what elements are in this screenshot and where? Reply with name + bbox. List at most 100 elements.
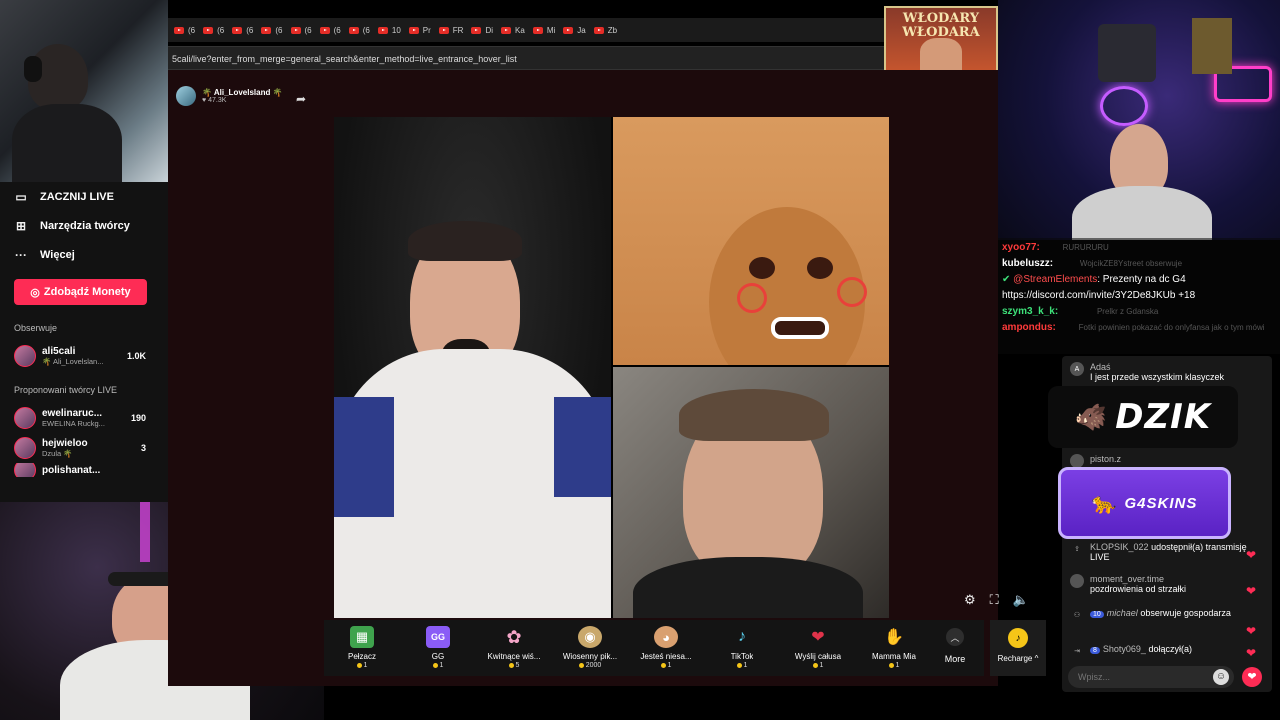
gift-price: 1	[812, 662, 823, 669]
get-coins-button[interactable]: ◎ Zdobądź Monety	[14, 279, 147, 305]
chat-message: piston.z	[1070, 454, 1266, 468]
following-item-ali5cali[interactable]: ali5cali 🌴 Ali_Lovelslan... 1.0K	[14, 341, 168, 371]
sidebar-item-go-live[interactable]: ▭ ZACZNIJ LIVE	[14, 182, 168, 211]
coin-icon	[356, 663, 362, 668]
browser-tab[interactable]: Di	[471, 26, 493, 35]
gift-item[interactable]: ♪ TikTok 1	[704, 620, 780, 676]
viewer-count: 3	[140, 443, 146, 453]
chat-user: szym3_k_k:	[1002, 306, 1059, 317]
coin-icon	[432, 663, 438, 668]
browser-tab-label: 10	[391, 25, 401, 35]
viewer-count: 190	[130, 413, 146, 423]
youtube-icon	[174, 26, 184, 34]
gift-creeper-icon: ▦	[350, 626, 374, 648]
chat-ghost-text: Prelkr z Gdanska	[1096, 307, 1159, 316]
coin-icon	[578, 663, 584, 668]
emoji-icon[interactable]: ☺	[1213, 669, 1229, 685]
following-heading: Obserwuje	[14, 323, 58, 333]
fullscreen-icon[interactable]: ⛶	[990, 592, 999, 608]
address-bar[interactable]: 5cali/live?enter_from_merge=general_sear…	[168, 46, 998, 70]
gift-name: TikTok	[730, 652, 754, 661]
browser-tab[interactable]: FR	[438, 25, 464, 35]
gift-item[interactable]: ✿ Kwitnące wiś... 5	[476, 620, 552, 676]
avatar	[14, 437, 36, 459]
gift-price: 1	[660, 662, 671, 669]
gift-item[interactable]: ◉ Wiosenny pik... 2000	[552, 620, 628, 676]
gift-tiktok-icon: ♪	[738, 628, 746, 645]
youtube-icon	[408, 26, 419, 34]
chat-line: https://discord.com/invite/3Y2De8JKUb +1…	[1002, 288, 1276, 304]
settings-gear-icon[interactable]: ⚙	[964, 592, 976, 608]
chat-line: ✔ @StreamElements: Prezenty na dc G4	[1002, 272, 1276, 288]
video-pane-guest[interactable]	[613, 367, 889, 618]
stream-chat-overlay: xyoo77: RURURURU kubeluszz: WojcikZE8Yst…	[998, 238, 1280, 354]
video-pane-gingerbread[interactable]	[613, 117, 889, 365]
host-info[interactable]: 🌴 Ali_Lovelsland 🌴 ♥ 47.3K	[176, 86, 283, 106]
chat-input[interactable]	[1068, 666, 1234, 688]
browser-tab-label: FR	[452, 25, 464, 35]
youtube-icon	[377, 26, 388, 34]
avatar	[1070, 574, 1084, 588]
gift-price: 5	[508, 662, 519, 669]
suggested-item-polishanat[interactable]: polishanat...	[14, 463, 168, 477]
browser-tab[interactable]: Pr	[408, 26, 431, 35]
gift-item[interactable]: GG GG 1	[400, 620, 476, 676]
youtube-icon	[261, 26, 272, 34]
gift-item[interactable]: ▦ Pełzacz 1	[324, 620, 400, 676]
browser-tab-label: (6	[246, 25, 254, 35]
browser-tab[interactable]: (6	[203, 26, 224, 35]
suggested-item-hejwieloo[interactable]: hejwieloo Dzula 🌴 3	[14, 433, 168, 463]
gift-item[interactable]: ✋ Mamma Mia 1	[856, 620, 932, 676]
gift-price: 1	[736, 662, 748, 669]
volume-icon[interactable]: 🔈	[1013, 592, 1029, 608]
coin-icon: ◎	[30, 286, 40, 299]
browser-tab[interactable]: (6	[174, 26, 195, 35]
chat-line: kubeluszz: WojcikZE8Ystreet obserwuje	[1002, 256, 1276, 272]
coin-icon	[660, 663, 666, 668]
gift-price-value: 2000	[585, 662, 602, 669]
browser-tab[interactable]: (6	[348, 26, 370, 35]
recharge-button[interactable]: ♪ Recharge ^	[990, 620, 1046, 676]
chat-user: Shoty069_	[1102, 644, 1146, 654]
browser-tab[interactable]: (6	[290, 26, 312, 35]
browser-tab[interactable]: Ka	[501, 26, 525, 35]
g4skins-wordmark: G4SKINS	[1124, 494, 1198, 512]
streamer-webcam-topright	[998, 0, 1280, 240]
heart-icon: ❤	[1245, 584, 1256, 598]
gift-name: Jesteś niesa...	[640, 652, 692, 661]
gift-gg-icon: GG	[426, 626, 450, 648]
browser-tab-label: (6	[275, 25, 283, 35]
youtube-icon	[348, 26, 359, 34]
suggested-item-ewelina[interactable]: ewelinaruc... EWELINA Ruckg... 190	[14, 403, 168, 433]
browser-tab[interactable]: (6	[319, 26, 341, 35]
sidebar-item-creator-tools[interactable]: ⊞ Narzędzia twórcy	[14, 211, 168, 240]
browser-tab[interactable]: Mi	[532, 26, 555, 35]
chat-text: : Prezenty na dc G4	[1097, 274, 1186, 285]
gift-price-value: 1	[743, 662, 748, 669]
gift-item[interactable]: ◕ Jesteś niesa... 1	[628, 620, 704, 676]
video-pane-host[interactable]	[334, 117, 611, 618]
share-icon[interactable]: ➦	[296, 92, 306, 106]
gift-spring-picnic-icon: ◉	[578, 626, 602, 648]
avatar: A	[1070, 362, 1084, 376]
like-heart-button[interactable]: ❤	[1242, 667, 1262, 687]
recharge-label: Recharge ^	[997, 654, 1039, 663]
creator-name: polishanat...	[42, 464, 101, 476]
browser-tab[interactable]: Zb	[593, 26, 617, 35]
browser-tab[interactable]: (6	[232, 26, 253, 35]
chat-message: A Adaś I jest przede wszystkim klasyczek	[1070, 362, 1266, 382]
browser-tab[interactable]: 10	[377, 25, 401, 35]
browser-tab[interactable]: (6	[261, 25, 283, 35]
follow-icon: ⚇	[1073, 612, 1081, 619]
youtube-icon	[438, 26, 449, 34]
more-gifts-button[interactable]: ︿ More	[932, 620, 978, 676]
chat-line: xyoo77: RURURURU	[1002, 240, 1276, 256]
join-icon: ⇥	[1074, 648, 1080, 655]
sidebar-item-more[interactable]: ··· Więcej	[14, 240, 168, 269]
avatar	[176, 86, 196, 106]
boar-icon: 🐗	[1074, 401, 1108, 432]
browser-tab-label: (6	[217, 25, 225, 35]
gift-item[interactable]: ❤ Wyślij całusa 1	[780, 620, 856, 676]
host-name: 🌴 Ali_Lovelsland 🌴	[202, 88, 283, 97]
browser-tab[interactable]: Ja	[563, 26, 586, 35]
